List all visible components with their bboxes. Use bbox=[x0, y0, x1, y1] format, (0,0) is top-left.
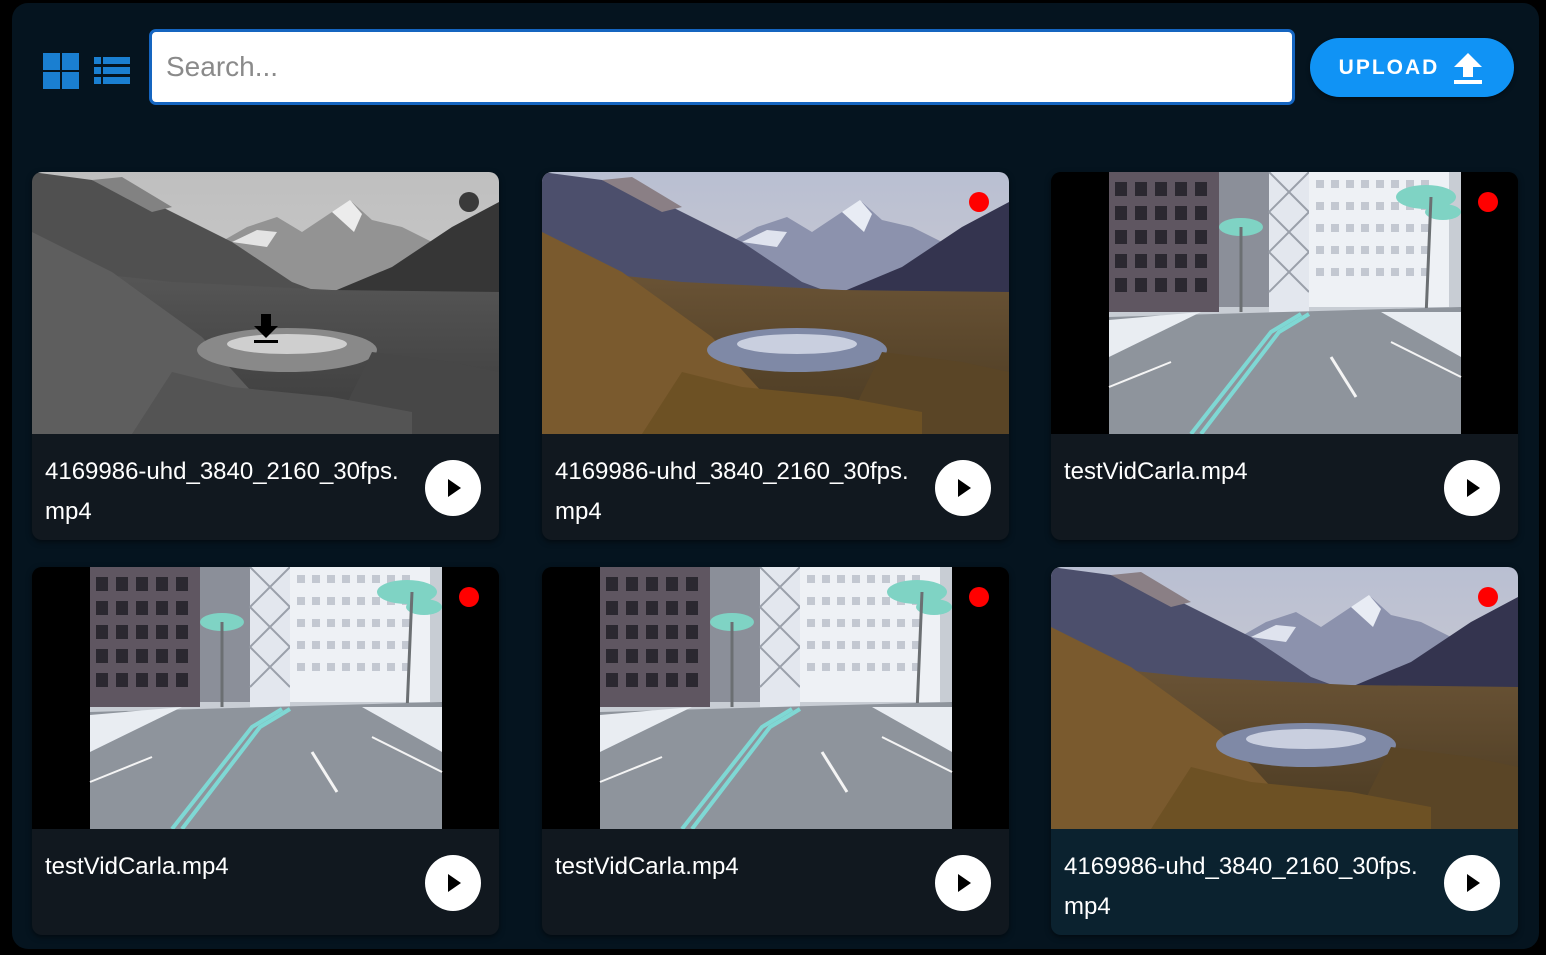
video-thumbnail[interactable] bbox=[1051, 567, 1518, 829]
video-card[interactable]: 4169986-uhd_3840_2160_30fps.mp4 bbox=[32, 172, 499, 540]
play-icon bbox=[958, 479, 971, 497]
play-icon bbox=[448, 479, 461, 497]
download-icon[interactable] bbox=[252, 312, 280, 344]
play-button[interactable] bbox=[425, 460, 481, 516]
play-icon bbox=[1467, 874, 1480, 892]
recording-indicator bbox=[1478, 192, 1498, 212]
play-icon bbox=[448, 874, 461, 892]
play-button[interactable] bbox=[1444, 460, 1500, 516]
video-library-app: UPLOAD 4169 bbox=[12, 3, 1539, 949]
play-button[interactable] bbox=[425, 855, 481, 911]
video-title: testVidCarla.mp4 bbox=[1064, 458, 1248, 485]
recording-indicator bbox=[969, 192, 989, 212]
grid-view-icon[interactable] bbox=[41, 51, 81, 91]
upload-button[interactable]: UPLOAD bbox=[1310, 38, 1514, 97]
video-thumbnail[interactable] bbox=[1051, 172, 1518, 434]
video-thumbnail[interactable] bbox=[542, 567, 1009, 829]
play-icon bbox=[1467, 479, 1480, 497]
play-button[interactable] bbox=[935, 855, 991, 911]
video-card[interactable]: testVidCarla.mp4 bbox=[32, 567, 499, 935]
video-card[interactable]: testVidCarla.mp4 bbox=[542, 567, 1009, 935]
upload-icon bbox=[1454, 52, 1483, 84]
city-road-thumbnail bbox=[1051, 172, 1518, 434]
city-road-thumbnail bbox=[542, 567, 1009, 829]
video-title: 4169986-uhd_3840_2160_30fps.mp4 bbox=[1064, 853, 1418, 920]
video-thumbnail[interactable] bbox=[32, 567, 499, 829]
city-road-thumbnail bbox=[32, 567, 499, 829]
play-button[interactable] bbox=[1444, 855, 1500, 911]
video-thumbnail[interactable] bbox=[542, 172, 1009, 434]
play-button[interactable] bbox=[935, 460, 991, 516]
play-icon bbox=[958, 874, 971, 892]
mountain-lake-thumbnail bbox=[1051, 567, 1518, 829]
video-title: 4169986-uhd_3840_2160_30fps.mp4 bbox=[45, 458, 399, 525]
video-card[interactable]: testVidCarla.mp4 bbox=[1051, 172, 1518, 540]
recording-indicator bbox=[459, 587, 479, 607]
recording-indicator bbox=[969, 587, 989, 607]
video-title: 4169986-uhd_3840_2160_30fps.mp4 bbox=[555, 458, 909, 525]
video-title: testVidCarla.mp4 bbox=[555, 853, 739, 880]
list-view-icon[interactable] bbox=[92, 51, 132, 91]
recording-indicator bbox=[1478, 587, 1498, 607]
toolbar: UPLOAD bbox=[12, 3, 1539, 133]
recording-indicator bbox=[459, 192, 479, 212]
video-title: testVidCarla.mp4 bbox=[45, 853, 229, 880]
search-input[interactable] bbox=[149, 29, 1295, 105]
video-card[interactable]: 4169986-uhd_3840_2160_30fps.mp4 bbox=[542, 172, 1009, 540]
mountain-lake-thumbnail bbox=[32, 172, 499, 434]
video-card[interactable]: 4169986-uhd_3840_2160_30fps.mp4 bbox=[1051, 567, 1518, 935]
upload-label: UPLOAD bbox=[1338, 55, 1440, 79]
mountain-lake-thumbnail bbox=[542, 172, 1009, 434]
video-thumbnail[interactable] bbox=[32, 172, 499, 434]
